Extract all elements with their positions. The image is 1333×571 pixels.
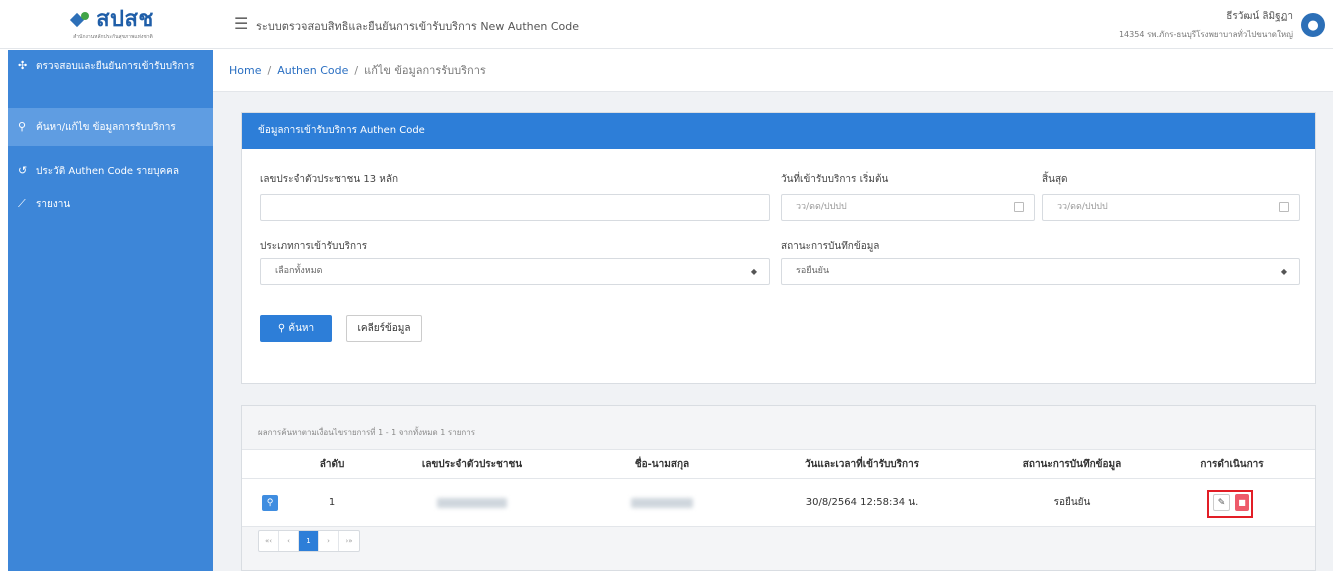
row-name xyxy=(582,479,742,526)
col-citizen-id: เลขประจำตัวประชาชน xyxy=(421,458,523,470)
end-date-input[interactable]: วว/ดด/ปปปป xyxy=(1042,194,1300,221)
record-status-label: สถานะการบันทึกข้อมูล xyxy=(781,241,880,252)
search-icon: ⚲ xyxy=(277,323,286,334)
record-status-select[interactable]: รอยืนยัน ◆ xyxy=(781,258,1300,285)
results-table: ลำดับ เลขประจำตัวประชาชน ชื่อ-นามสกุล วั… xyxy=(242,449,1315,527)
logo-subtitle: สำนักงานหลักประกันสุขภาพแห่งชาติ xyxy=(73,33,153,40)
record-status-value: รอยืนยัน xyxy=(796,266,830,276)
sidebar-item-label: ค้นหา/แก้ไข ข้อมูลการรับบริการ xyxy=(36,122,176,133)
service-type-value: เลือกทั้งหมด xyxy=(275,266,323,276)
table-row: ⚲ 1 30/8/2564 12:58:34 น. รอยืนยัน ✎ ■ xyxy=(242,479,1315,527)
page-last[interactable]: ›» xyxy=(339,531,359,551)
row-citizen-id xyxy=(392,479,552,526)
table-header: ลำดับ เลขประจำตัวประชาชน ชื่อ-นามสกุล วั… xyxy=(242,449,1315,479)
start-date-input[interactable]: วว/ดด/ปปปป xyxy=(781,194,1035,221)
calendar-icon[interactable] xyxy=(1014,202,1024,212)
plus-medical-icon: ✣ xyxy=(18,59,28,72)
page-next[interactable]: › xyxy=(319,531,339,551)
trash-icon: ■ xyxy=(1238,498,1246,507)
delete-button[interactable]: ■ xyxy=(1235,494,1249,511)
user-info: ธีรวัฒน์ ลิมิฐฏา 14354 รพ.ภักร-ธนบุรีโรง… xyxy=(1119,9,1293,41)
breadcrumb-home[interactable]: Home xyxy=(229,64,261,77)
breadcrumb-current: แก้ไข ข้อมูลการรับบริการ xyxy=(364,64,486,77)
chart-icon: ⟋ xyxy=(18,197,26,210)
start-date-placeholder: วว/ดด/ปปปป xyxy=(796,202,847,212)
select-caret-icon: ◆ xyxy=(1280,267,1287,276)
sidebar: ✣ ตรวจสอบและยืนยันการเข้ารับบริการ ⚲ ค้นหา… xyxy=(8,50,213,571)
history-icon: ↺ xyxy=(18,164,28,177)
sidebar-item-label: รายงาน xyxy=(36,199,71,210)
sidebar-item-label: ประวัติ Authen Code รายบุคคล xyxy=(36,166,179,177)
search-icon: ⚲ xyxy=(266,497,274,508)
pagination: «‹ ‹ 1 › ›» xyxy=(258,530,360,552)
col-datetime: วันและเวลาที่เข้ารับบริการ xyxy=(804,458,920,470)
col-no: ลำดับ xyxy=(319,458,345,470)
col-status: สถานะการบันทึกข้อมูล xyxy=(1022,458,1122,470)
citizen-id-label: เลขประจำตัวประชาชน 13 หลัก xyxy=(260,174,399,185)
start-date-label: วันที่เข้ารับบริการ เริ่มต้น xyxy=(781,174,889,185)
search-icon: ⚲ xyxy=(18,120,27,133)
search-panel: ข้อมูลการเข้ารับบริการ Authen Code เลขปร… xyxy=(241,112,1316,384)
row-datetime: 30/8/2564 12:58:34 น. xyxy=(805,497,919,508)
hamburger-icon[interactable]: ☰ xyxy=(234,16,248,32)
nhso-logo-icon xyxy=(70,11,92,29)
logo[interactable]: สปสช สำนักงานหลักประกันสุขภาพแห่งชาติ xyxy=(8,0,218,49)
search-button[interactable]: ⚲ ค้นหา xyxy=(260,315,332,342)
calendar-icon[interactable] xyxy=(1279,202,1289,212)
end-date-label: สิ้นสุด xyxy=(1042,174,1068,185)
redacted-name xyxy=(631,497,693,508)
app-title: ระบบตรวจสอบสิทธิและยืนยันการเข้ารับบริกา… xyxy=(256,20,579,33)
clear-button[interactable]: เคลียร์ข้อมูล xyxy=(346,315,422,342)
sidebar-item-history[interactable]: ↺ ประวัติ Authen Code รายบุคคล xyxy=(8,164,213,179)
results-panel: ผลการค้นหาตามเงื่อนไขรายการที่ 1 - 1 จาก… xyxy=(241,405,1316,571)
edit-button[interactable]: ✎ xyxy=(1213,494,1230,511)
row-status: รอยืนยัน xyxy=(1053,497,1091,508)
page-current[interactable]: 1 xyxy=(299,531,319,551)
breadcrumb-authen[interactable]: Authen Code xyxy=(277,64,348,77)
results-summary: ผลการค้นหาตามเงื่อนไขรายการที่ 1 - 1 จาก… xyxy=(258,428,476,437)
service-type-label: ประเภทการเข้ารับบริการ xyxy=(260,241,368,252)
panel-title: ข้อมูลการเข้ารับบริการ Authen Code xyxy=(242,113,1315,149)
service-type-select[interactable]: เลือกทั้งหมด ◆ xyxy=(260,258,770,285)
view-button[interactable]: ⚲ xyxy=(262,494,278,511)
sidebar-item-label: ตรวจสอบและยืนยันการเข้ารับบริการ xyxy=(36,61,195,72)
user-name: ธีรวัฒน์ ลิมิฐฏา xyxy=(1226,11,1293,22)
user-icon[interactable]: ● xyxy=(1301,13,1325,37)
citizen-id-input[interactable] xyxy=(260,194,770,221)
page-first[interactable]: «‹ xyxy=(259,531,279,551)
redacted-citizen-id xyxy=(437,497,507,508)
sidebar-item-verify[interactable]: ✣ ตรวจสอบและยืนยันการเข้ารับบริการ xyxy=(8,59,213,74)
sidebar-item-search-edit[interactable]: ⚲ ค้นหา/แก้ไข ข้อมูลการรับบริการ xyxy=(8,108,213,146)
row-no: 1 xyxy=(328,497,336,508)
breadcrumb: Home / Authen Code / แก้ไข ข้อมูลการรับบริกา… xyxy=(213,50,1333,92)
select-caret-icon: ◆ xyxy=(750,267,757,276)
end-date-placeholder: วว/ดด/ปปปป xyxy=(1057,202,1108,212)
top-header: สปสช สำนักงานหลักประกันสุขภาพแห่งชาติ ☰ … xyxy=(0,0,1333,49)
page-prev[interactable]: ‹ xyxy=(279,531,299,551)
col-name: ชื่อ-นามสกุล xyxy=(634,458,690,470)
col-actions: การดำเนินการ xyxy=(1200,458,1264,470)
user-org: 14354 รพ.ภักร-ธนบุรีโรงพยาบาลทั่วไปขนาดใ… xyxy=(1118,30,1293,39)
sidebar-item-report[interactable]: ⟋ รายงาน xyxy=(8,197,213,212)
logo-text: สปสช xyxy=(96,6,154,32)
edit-icon: ✎ xyxy=(1217,497,1226,508)
